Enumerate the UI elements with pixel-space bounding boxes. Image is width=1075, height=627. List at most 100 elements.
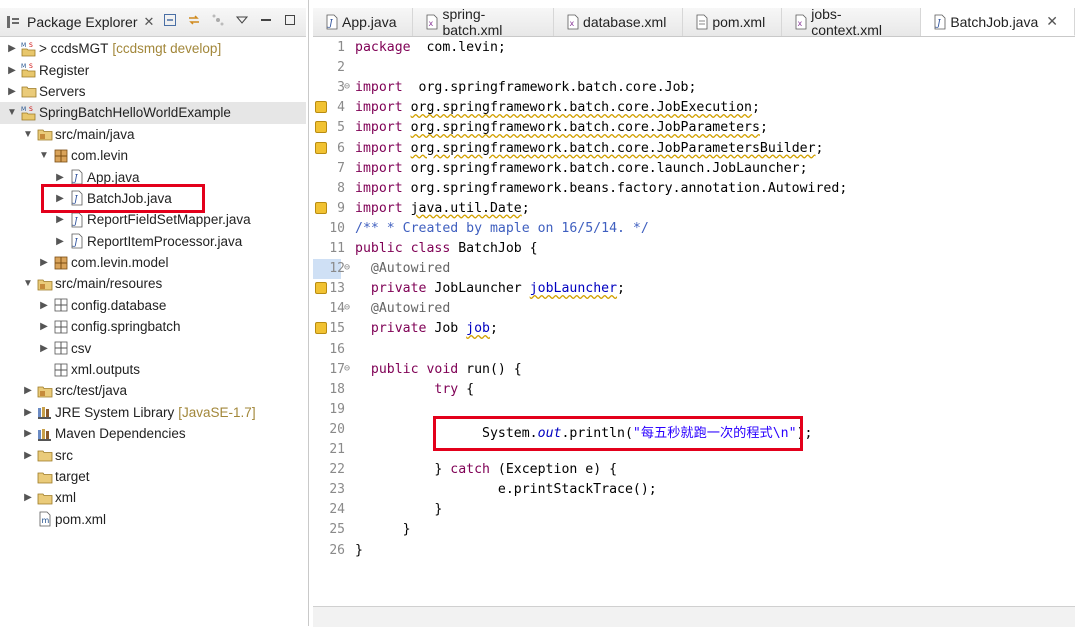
tree-item[interactable]: ▶ config.springbatch [0, 316, 306, 337]
tree-item[interactable]: ▶ Maven Dependencies [0, 423, 306, 444]
expanded-arrow-icon[interactable]: ▼ [6, 107, 18, 119]
tree-item[interactable]: xml.outputs [0, 359, 306, 380]
code-token: job [466, 321, 490, 337]
resource-package-icon [53, 319, 69, 335]
tree-item[interactable]: ▶ M S > ccdsMGT [ccdsmgt develop] [0, 38, 306, 59]
link-editor-icon[interactable] [186, 12, 202, 28]
editor-tab-label: BatchJob.java [950, 13, 1039, 30]
code-text: } [355, 543, 363, 558]
collapsed-arrow-icon[interactable]: ▶ [54, 171, 66, 183]
code-token: ; [617, 281, 625, 297]
code-token: org.springframework.batch.core.JobParame… [410, 140, 816, 156]
collapsed-arrow-icon[interactable]: ▶ [22, 406, 34, 418]
collapsed-arrow-icon[interactable]: ▶ [38, 299, 50, 311]
tree-item-label: config.database [71, 297, 167, 313]
editor-tab[interactable]: J App.java [313, 8, 414, 36]
tree-item[interactable]: m pom.xml [0, 509, 306, 530]
svg-text:m: m [42, 516, 50, 525]
close-icon[interactable]: ✕ [1046, 13, 1058, 30]
code-token: ) { [593, 462, 618, 478]
collapsed-arrow-icon[interactable]: ▶ [22, 428, 34, 440]
code-line: 22 } catch (Exception e) { [313, 460, 1075, 480]
collapsed-arrow-icon[interactable]: ▶ [22, 449, 34, 461]
editor-tab[interactable]: J BatchJob.java ✕ [921, 8, 1075, 36]
tree-item-label: ReportFieldSetMapper.java [87, 212, 251, 228]
tree-item[interactable]: ▼ M S SpringBatchHelloWorldExample [0, 102, 306, 124]
code-area[interactable]: 1 package com.levin; 2 3 ⊖ import org.springf… [313, 38, 1075, 598]
tree-item[interactable]: ▶ M S Register [0, 59, 306, 80]
line-number: 6 [337, 140, 345, 156]
collapsed-arrow-icon[interactable]: ▶ [54, 235, 66, 247]
expanded-arrow-icon[interactable]: ▼ [22, 128, 34, 140]
collapsed-arrow-icon[interactable]: ▶ [38, 342, 50, 354]
collapsed-arrow-icon[interactable]: ▶ [6, 64, 18, 76]
focus-icon[interactable] [210, 12, 226, 28]
line-number: 22 [329, 462, 345, 478]
code-line: 9 import java.util.Date; [313, 199, 1075, 219]
tree-item[interactable]: ▶ com.levin.model [0, 252, 306, 273]
code-token: ; [521, 200, 530, 216]
collapsed-arrow-icon[interactable]: ▶ [22, 492, 34, 504]
maximize-icon[interactable] [282, 12, 298, 28]
editor-tab[interactable]: x spring-batch.xml [413, 6, 555, 38]
code-token: ; [815, 140, 824, 156]
package-explorer-tab[interactable]: Package Explorer ✕ [0, 8, 160, 36]
tree-item[interactable]: ▶ J ReportItemProcessor.java [0, 231, 306, 252]
svg-text:x: x [429, 19, 434, 28]
editor-tab[interactable]: x database.xml [554, 8, 684, 36]
java-file-icon: J [69, 233, 85, 249]
editor-tab-bar: J App.java x spring-batch.xml x database.xml p… [313, 6, 1075, 38]
tree-item[interactable]: ▶ xml [0, 487, 306, 508]
no-arrow [22, 471, 34, 483]
code-text: package com.levin; [355, 40, 506, 55]
fold-toggle-icon[interactable]: ⊖ [344, 363, 350, 374]
tree-item-label: pom.xml [55, 511, 107, 527]
code-text: } [355, 502, 442, 517]
collapsed-arrow-icon[interactable]: ▶ [54, 214, 66, 226]
code-token: org.springframework.batch.core.Job; [402, 80, 697, 96]
collapse-all-icon[interactable] [162, 12, 178, 28]
editor-tab-label: database.xml [583, 14, 667, 30]
tree-item[interactable]: ▶ src [0, 444, 306, 465]
xml-file-icon: x [793, 14, 809, 30]
fold-toggle-icon[interactable]: ⊖ [344, 262, 350, 273]
fold-toggle-icon[interactable]: ⊖ [344, 81, 350, 92]
tree-item-label: ReportItemProcessor.java [87, 233, 243, 249]
tree-item[interactable]: ▼ src/main/resoures [0, 273, 306, 294]
tree-item-decoration: [ccdsmgt develop] [112, 41, 222, 57]
tree-item[interactable]: ▶ JRE System Library [JavaSE-1.7] [0, 402, 306, 423]
tree-item[interactable]: ▶ csv [0, 337, 306, 358]
fold-toggle-icon[interactable]: ⊖ [344, 302, 350, 313]
code-token: java.util.Date [410, 200, 522, 216]
line-number: 5 [337, 120, 345, 136]
editor-tab[interactable]: x jobs-context.xml [782, 6, 922, 38]
view-menu-icon[interactable] [234, 12, 250, 28]
expanded-arrow-icon[interactable]: ▼ [22, 278, 34, 290]
svg-text:S: S [29, 63, 33, 70]
resource-package-icon [53, 340, 69, 356]
code-token: /** * Created by maple on 16/5/14. */ [355, 220, 649, 236]
tree-item[interactable]: ▼ com.levin [0, 145, 306, 166]
tree-item[interactable]: ▶ src/test/java [0, 380, 306, 401]
tree-item-label: SpringBatchHelloWorldExample [39, 105, 231, 121]
svg-text:M: M [21, 63, 26, 70]
code-token: { [458, 381, 475, 397]
tree-item[interactable]: ▶ config.database [0, 295, 306, 316]
tree-item-label: Servers [39, 83, 86, 99]
minimize-icon[interactable] [258, 12, 274, 28]
tree-item[interactable]: ▶ Servers [0, 81, 306, 102]
tree-item[interactable]: target [0, 466, 306, 487]
tree-item-label: > ccdsMGT [39, 41, 109, 57]
source-folder-icon [37, 126, 53, 142]
collapsed-arrow-icon[interactable]: ▶ [38, 257, 50, 269]
svg-text:x: x [798, 19, 803, 28]
close-icon[interactable]: ✕ [144, 14, 155, 30]
collapsed-arrow-icon[interactable]: ▶ [6, 85, 18, 97]
collapsed-arrow-icon[interactable]: ▶ [6, 43, 18, 55]
svg-text:x: x [570, 19, 575, 28]
collapsed-arrow-icon[interactable]: ▶ [22, 385, 34, 397]
tree-item[interactable]: ▼ src/main/java [0, 124, 306, 145]
collapsed-arrow-icon[interactable]: ▶ [38, 321, 50, 333]
expanded-arrow-icon[interactable]: ▼ [38, 150, 50, 162]
editor-tab[interactable]: pom.xml [683, 8, 783, 36]
